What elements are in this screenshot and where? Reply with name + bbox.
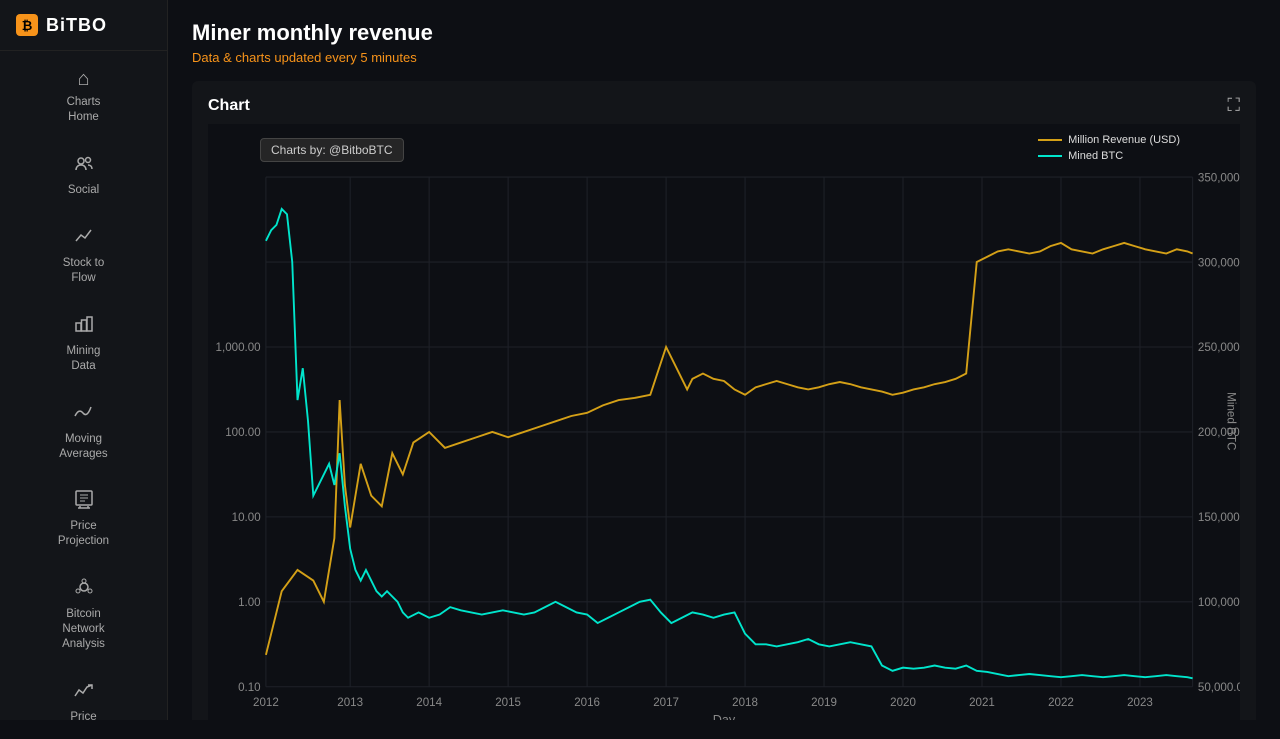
- legend-item-revenue: Million Revenue (USD): [1038, 134, 1180, 146]
- svg-text:10.00: 10.00: [232, 511, 262, 524]
- home-icon: ⌂: [77, 69, 89, 89]
- sidebar-item-charts-home[interactable]: ⌂ ChartsHome: [0, 55, 167, 139]
- sidebar-label-social: Social: [68, 183, 99, 198]
- sidebar-label-bitcoin-network-analysis: BitcoinNetworkAnalysis: [62, 607, 105, 652]
- social-icon: [74, 153, 94, 177]
- svg-text:350,000.0: 350,000.0: [1198, 171, 1240, 184]
- chart-area: Charts by: @BitboBTC Million Revenue (US…: [208, 124, 1240, 720]
- sidebar-item-price[interactable]: Price: [0, 666, 167, 739]
- legend-label-mined-btc: Mined BTC: [1068, 150, 1123, 162]
- chart-title: Chart: [208, 97, 250, 115]
- svg-text:2019: 2019: [811, 696, 837, 709]
- svg-text:2013: 2013: [337, 696, 363, 709]
- chart-watermark: Charts by: @BitboBTC: [260, 138, 404, 162]
- stock-flow-icon: [74, 226, 94, 250]
- svg-text:2017: 2017: [653, 696, 679, 709]
- sidebar-item-bitcoin-network-analysis[interactable]: BitcoinNetworkAnalysis: [0, 563, 167, 666]
- svg-text:2014: 2014: [416, 696, 442, 709]
- logo-text: BiTBO: [46, 15, 107, 36]
- svg-text:Mined BTC: Mined BTC: [1224, 392, 1237, 450]
- chart-header: Chart ⛶: [208, 95, 1240, 116]
- svg-text:50,000.0: 50,000.0: [1198, 681, 1240, 694]
- chart-legend: Million Revenue (USD) Mined BTC: [1038, 134, 1180, 162]
- svg-text:300,000.0: 300,000.0: [1198, 256, 1240, 269]
- svg-text:1.00: 1.00: [238, 596, 261, 609]
- svg-text:Day: Day: [713, 713, 736, 720]
- page-title: Miner monthly revenue: [192, 20, 1256, 46]
- sidebar-item-mining-data[interactable]: MiningData: [0, 300, 167, 388]
- svg-text:2023: 2023: [1127, 696, 1153, 709]
- legend-label-revenue: Million Revenue (USD): [1068, 134, 1180, 146]
- chart-section: Chart ⛶ Charts by: @BitboBTC Million Rev…: [192, 81, 1256, 720]
- svg-text:1,000.00: 1,000.00: [216, 341, 262, 354]
- page-subtitle: Data & charts updated every 5 minutes: [192, 50, 1256, 65]
- svg-text:250,000.0: 250,000.0: [1198, 341, 1240, 354]
- sidebar-item-stock-to-flow[interactable]: Stock toFlow: [0, 212, 167, 300]
- sidebar-label-stock-to-flow: Stock toFlow: [63, 256, 105, 286]
- svg-text:0.10: 0.10: [238, 681, 261, 694]
- sidebar-label-charts-home: ChartsHome: [67, 95, 101, 125]
- moving-averages-icon: [74, 402, 94, 426]
- sidebar-label-price-projection: PriceProjection: [58, 519, 109, 549]
- svg-text:2012: 2012: [253, 696, 279, 709]
- legend-item-mined-btc: Mined BTC: [1038, 150, 1180, 162]
- fullscreen-button[interactable]: ⛶: [1227, 95, 1240, 116]
- sidebar-item-price-projection[interactable]: PriceProjection: [0, 475, 167, 563]
- legend-line-mined-btc: [1038, 155, 1062, 157]
- svg-text:2018: 2018: [732, 696, 758, 709]
- sidebar-item-social[interactable]: Social: [0, 139, 167, 212]
- sidebar: ₿ BiTBO ⌂ ChartsHome Social Stock toFlow: [0, 0, 168, 720]
- price-projection-icon: [74, 489, 94, 513]
- price-icon: [74, 680, 94, 704]
- main-content: Miner monthly revenue Data & charts upda…: [168, 0, 1280, 720]
- network-analysis-icon: [74, 577, 94, 601]
- sidebar-label-mining-data: MiningData: [67, 344, 101, 374]
- svg-text:2015: 2015: [495, 696, 521, 709]
- svg-text:2022: 2022: [1048, 696, 1074, 709]
- svg-text:2020: 2020: [890, 696, 916, 709]
- svg-text:100,000.0: 100,000.0: [1198, 596, 1240, 609]
- mining-icon: [74, 314, 94, 338]
- svg-text:100.00: 100.00: [225, 426, 261, 439]
- legend-line-revenue: [1038, 139, 1062, 141]
- logo-area: ₿ BiTBO: [0, 0, 167, 51]
- svg-text:2016: 2016: [574, 696, 600, 709]
- sidebar-label-moving-averages: MovingAverages: [59, 432, 107, 462]
- svg-text:200,000.0: 200,000.0: [1198, 426, 1240, 439]
- chart-svg: Million Revenue (USD) Mined BTC: [208, 124, 1240, 720]
- bitcoin-logo-icon: ₿: [16, 14, 38, 36]
- sidebar-label-price: Price: [70, 710, 96, 725]
- svg-text:150,000.0: 150,000.0: [1198, 511, 1240, 524]
- svg-text:2021: 2021: [969, 696, 995, 709]
- sidebar-item-moving-averages[interactable]: MovingAverages: [0, 388, 167, 476]
